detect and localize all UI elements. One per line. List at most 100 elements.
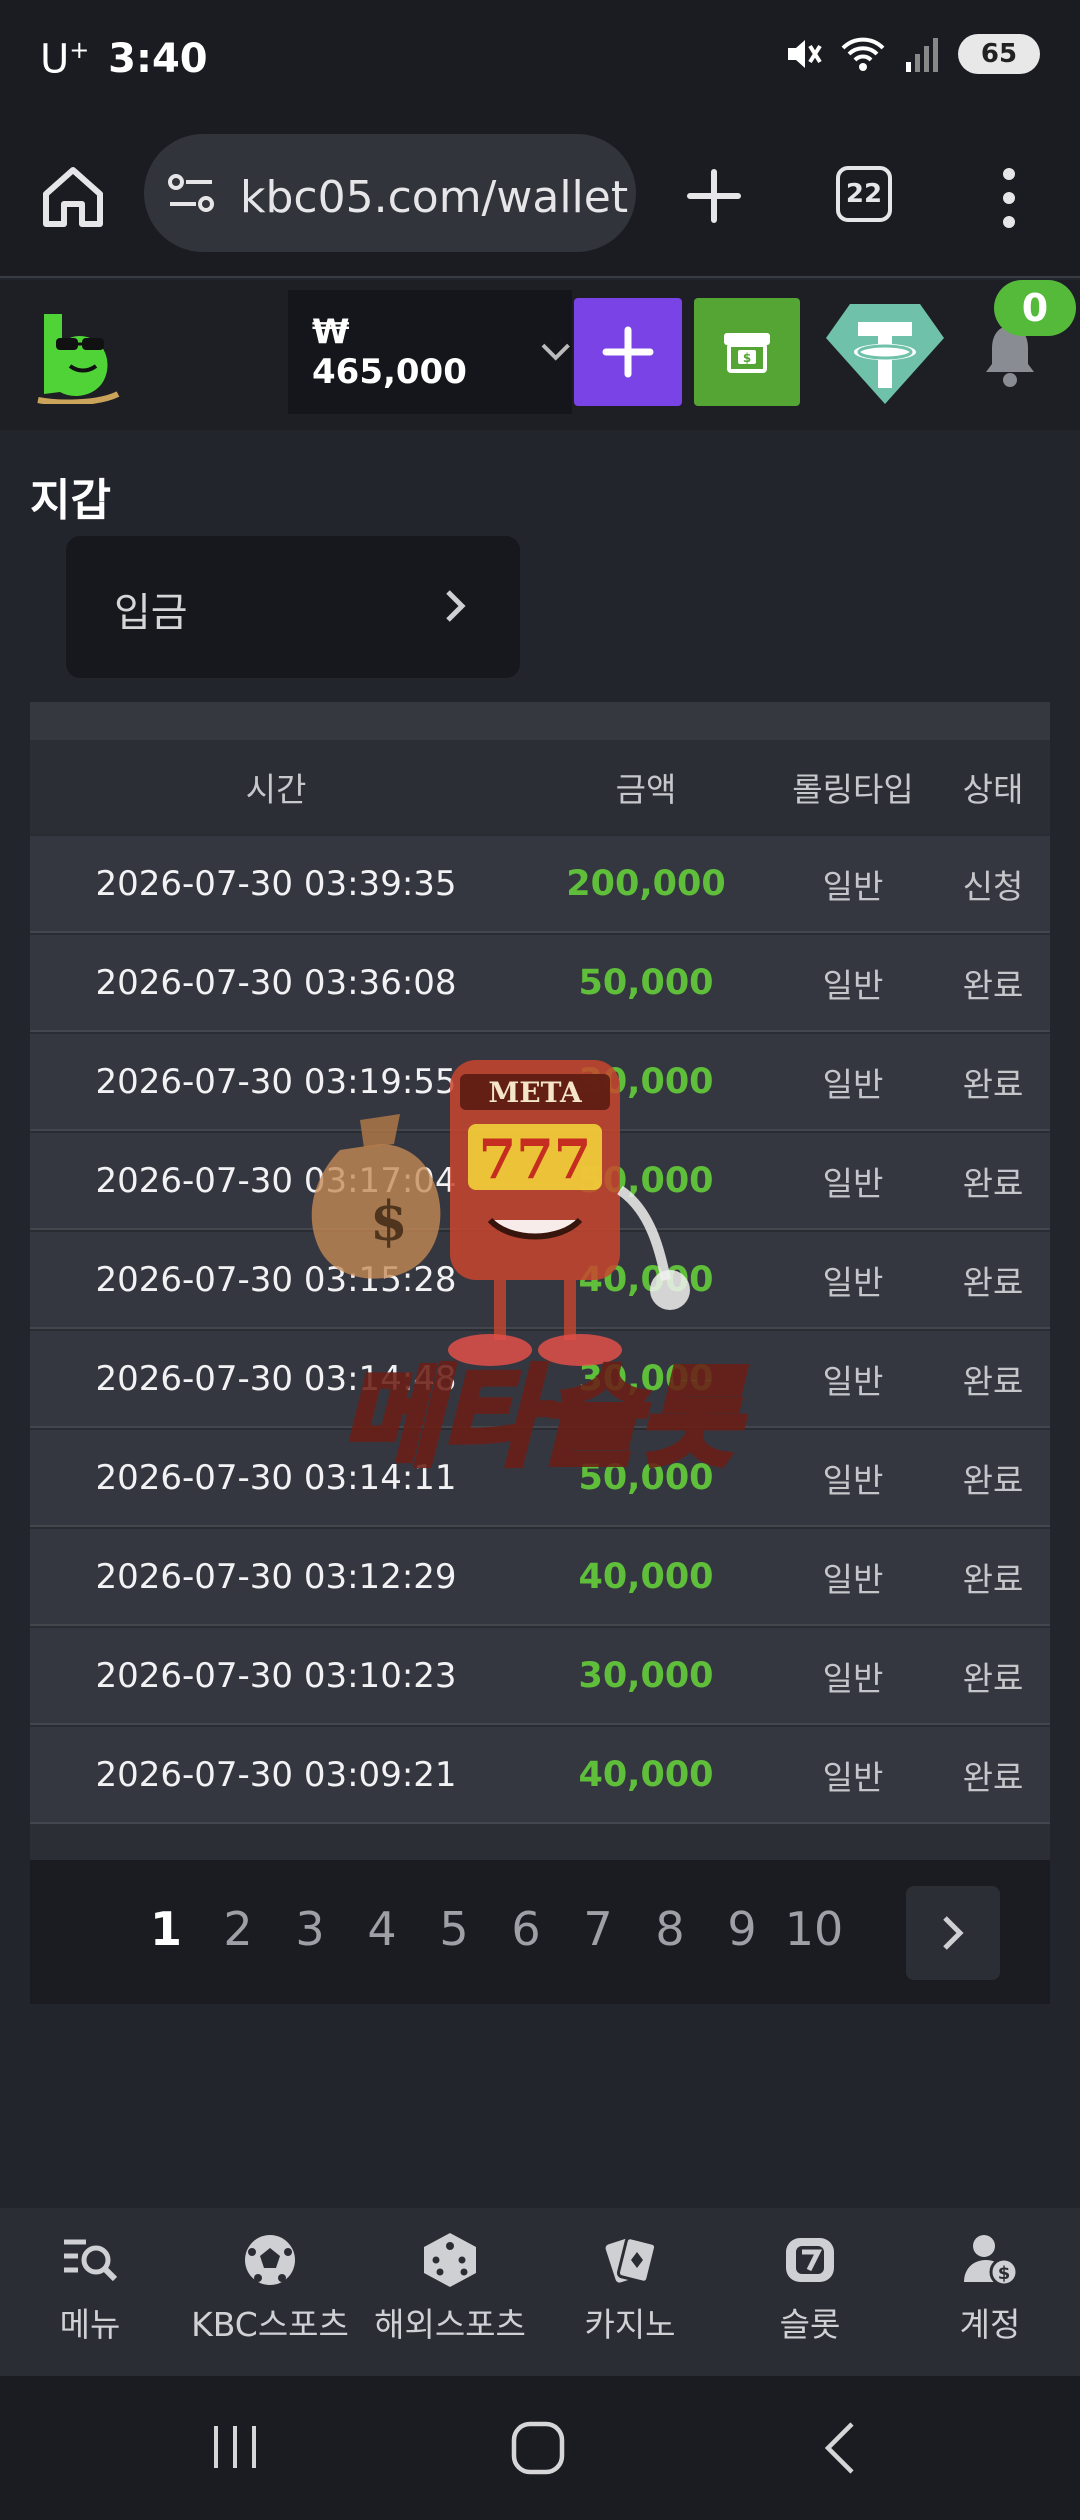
back-icon[interactable] xyxy=(822,2420,858,2476)
cell-status: 완료 xyxy=(962,1658,1024,1698)
page-2-button[interactable]: 2 xyxy=(202,1902,274,1956)
cell-rolling: 일반 xyxy=(822,1757,884,1797)
cell-amount: 50,000 xyxy=(578,1160,714,1201)
balance-amount: ₩ 465,000 xyxy=(312,312,467,392)
wallet-button[interactable]: $ xyxy=(694,298,800,406)
status-bar: U+ 3:40 65 xyxy=(0,0,1080,122)
battery-level: 65 xyxy=(980,39,1018,69)
soccer-ball-icon xyxy=(245,2235,295,2285)
nav-account-label: 계정 xyxy=(959,2305,1021,2344)
table-row: 2026-07-30 03:10:23 30,000 일반 완료 xyxy=(30,1626,1050,1725)
page-title: 지갑 xyxy=(30,475,111,526)
cell-amount: 30,000 xyxy=(578,1655,714,1696)
cell-rolling: 일반 xyxy=(822,1559,884,1599)
tab-switcher-button[interactable]: 22 xyxy=(836,166,892,222)
cell-time: 2026-07-30 03:19:55 xyxy=(95,1061,457,1102)
cell-time: 2026-07-30 03:15:28 xyxy=(95,1259,457,1300)
address-bar[interactable]: kbc05.com/wallet xyxy=(144,134,636,252)
cell-status: 신청 xyxy=(962,866,1024,906)
nav-account[interactable]: $ 계정 xyxy=(900,2208,1080,2376)
cell-rolling: 일반 xyxy=(822,965,884,1005)
nav-casino[interactable]: 카지노 xyxy=(540,2208,720,2376)
cell-status: 완료 xyxy=(962,1163,1024,1203)
cell-time: 2026-07-30 03:17:04 xyxy=(95,1160,457,1201)
site-settings-icon[interactable] xyxy=(166,172,216,216)
svg-text:$: $ xyxy=(743,351,751,365)
cell-amount: 40,000 xyxy=(578,1259,714,1300)
page-7-button[interactable]: 7 xyxy=(562,1902,634,1956)
table-row: 2026-07-30 03:36:08 50,000 일반 완료 xyxy=(30,933,1050,1032)
table-row: 2026-07-30 03:14:11 50,000 일반 완료 xyxy=(30,1428,1050,1527)
page-6-button[interactable]: 6 xyxy=(490,1902,562,1956)
system-navigation xyxy=(0,2376,1080,2520)
menu-search-icon xyxy=(64,2239,118,2282)
cell-rolling: 일반 xyxy=(822,1163,884,1203)
nav-menu[interactable]: 메뉴 xyxy=(0,2208,180,2376)
svg-text:$: $ xyxy=(998,2263,1011,2284)
page-5-button[interactable]: 5 xyxy=(418,1902,490,1956)
page-3-button[interactable]: 3 xyxy=(274,1902,346,1956)
deposit-tab[interactable]: 입금 xyxy=(66,536,520,678)
cell-status: 완료 xyxy=(962,1460,1024,1500)
chevron-right-icon xyxy=(446,590,466,622)
nav-kbc-sports[interactable]: KBC스포츠 xyxy=(180,2208,360,2376)
cell-status: 완료 xyxy=(962,965,1024,1005)
cell-rolling: 일반 xyxy=(822,1262,884,1302)
cell-status: 완료 xyxy=(962,1262,1024,1302)
status-carrier-time: U+ 3:40 xyxy=(40,36,208,82)
cell-time: 2026-07-30 03:10:23 xyxy=(95,1655,457,1696)
home-nav-icon[interactable] xyxy=(510,2420,566,2476)
page-8-button[interactable]: 8 xyxy=(634,1902,706,1956)
plus-icon xyxy=(602,326,654,378)
cell-amount: 40,000 xyxy=(578,1556,714,1597)
site-logo[interactable] xyxy=(36,304,120,404)
site-header: ₩ 465,000 $ 0 xyxy=(0,280,1080,430)
wifi-icon xyxy=(841,37,885,71)
deposit-plus-button[interactable] xyxy=(574,298,682,406)
cell-status: 완료 xyxy=(962,1361,1024,1401)
carrier-plus: + xyxy=(69,36,90,64)
new-tab-icon[interactable] xyxy=(684,166,744,226)
battery-indicator: 65 xyxy=(958,34,1040,74)
cell-status: 완료 xyxy=(962,1064,1024,1104)
balance-dropdown[interactable]: ₩ 465,000 xyxy=(288,290,572,414)
table-header: 시간 금액 롤링타입 상태 xyxy=(30,740,1050,834)
cell-amount: 30,000 xyxy=(578,1358,714,1399)
cell-amount: 50,000 xyxy=(578,962,714,1003)
more-vert-icon[interactable] xyxy=(994,166,1024,230)
nav-overseas-sports-label: 해외스포츠 xyxy=(374,2305,526,2344)
cell-amount: 200,000 xyxy=(566,863,726,904)
page-4-button[interactable]: 4 xyxy=(346,1902,418,1956)
nav-slot[interactable]: 슬롯 xyxy=(720,2208,900,2376)
page-numbers: 1 2 3 4 5 6 7 8 9 10 xyxy=(130,1902,850,1956)
dice-icon xyxy=(424,2233,476,2287)
nav-overseas-sports[interactable]: 해외스포츠 xyxy=(360,2208,540,2376)
chevron-right-icon xyxy=(943,1916,964,1950)
table-row: 2026-07-30 03:12:29 40,000 일반 완료 xyxy=(30,1527,1050,1626)
pagination: 1 2 3 4 5 6 7 8 9 10 xyxy=(30,1860,1050,2004)
page-10-button[interactable]: 10 xyxy=(778,1902,850,1956)
header-rolling-type: 롤링타입 xyxy=(792,770,914,809)
deposit-history-table: 시간 금액 롤링타입 상태 2026-07-30 03:39:35 200,000… xyxy=(30,702,1050,1860)
clock: 3:40 xyxy=(108,36,208,83)
carrier: U xyxy=(40,36,70,83)
cell-time: 2026-07-30 03:12:29 xyxy=(95,1556,457,1597)
next-page-button[interactable] xyxy=(906,1886,1000,1980)
deposit-tab-label: 입금 xyxy=(114,590,188,636)
page-1-button[interactable]: 1 xyxy=(130,1902,202,1956)
tether-icon[interactable] xyxy=(824,300,946,408)
home-icon[interactable] xyxy=(38,162,108,232)
recents-icon[interactable] xyxy=(210,2422,260,2472)
page-9-button[interactable]: 9 xyxy=(706,1902,778,1956)
notification-badge: 0 xyxy=(994,280,1076,336)
cards-icon xyxy=(605,2236,658,2284)
cell-status: 완료 xyxy=(962,1559,1024,1599)
bottom-nav: 메뉴 KBC스포츠 해외스포츠 카지노 슬롯 $ 계정 xyxy=(0,2208,1080,2376)
url-text[interactable]: kbc05.com/wallet xyxy=(240,172,628,223)
header-status: 상태 xyxy=(962,770,1024,809)
tab-count: 22 xyxy=(845,179,883,209)
cell-rolling: 일반 xyxy=(822,1361,884,1401)
notification-count: 0 xyxy=(1021,286,1049,330)
cell-amount: 40,000 xyxy=(578,1754,714,1795)
table-row: 2026-07-30 03:15:28 40,000 일반 완료 xyxy=(30,1230,1050,1329)
